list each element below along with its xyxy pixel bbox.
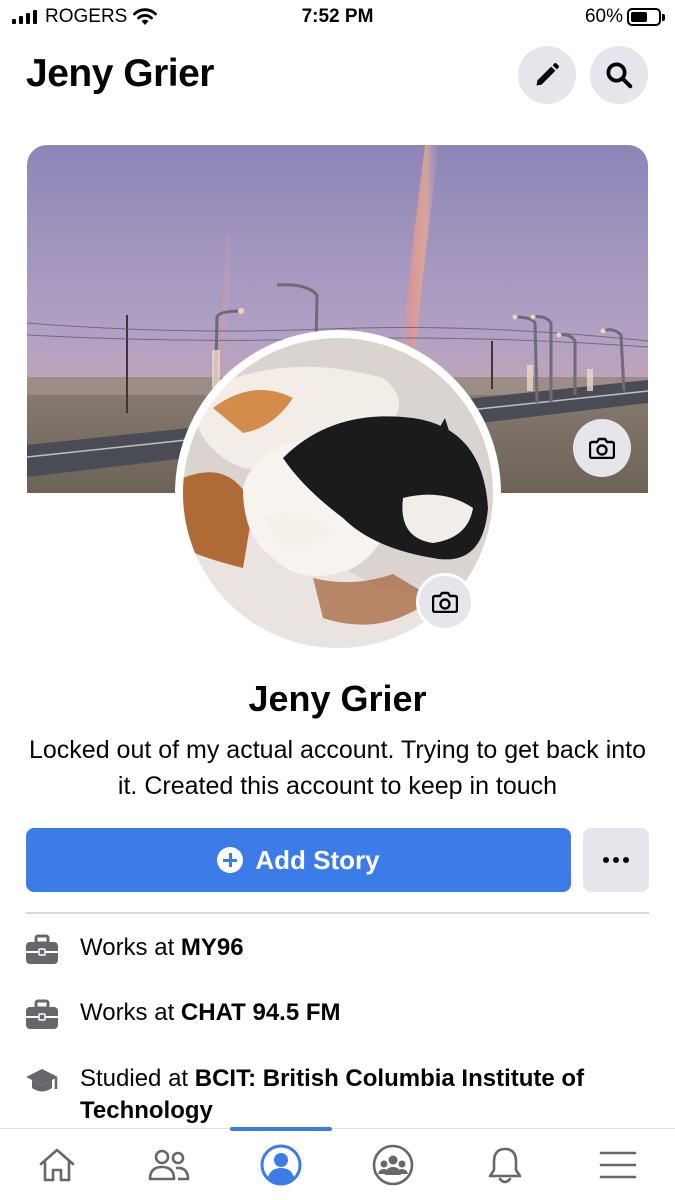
- edit-cover-photo-button[interactable]: [573, 419, 631, 477]
- camera-icon: [589, 437, 615, 459]
- profile-icon: [260, 1144, 302, 1186]
- info-row-education[interactable]: Studied at BCIT: British Columbia Instit…: [24, 1063, 654, 1127]
- search-icon: [606, 62, 633, 89]
- edit-profile-button[interactable]: [518, 46, 576, 104]
- home-icon: [39, 1148, 75, 1182]
- add-story-label: Add Story: [255, 844, 380, 875]
- battery-percent: 60%: [584, 6, 623, 27]
- info-value[interactable]: MY96: [181, 934, 244, 961]
- bell-icon: [488, 1147, 522, 1184]
- tab-groups[interactable]: [338, 1129, 448, 1200]
- profile-bio: Locked out of my actual account. Trying …: [28, 736, 647, 800]
- friends-icon: [148, 1149, 190, 1181]
- search-button[interactable]: [590, 46, 648, 104]
- ellipsis-icon: [603, 857, 629, 863]
- divider: [26, 912, 649, 914]
- profile-name: Jeny Grier: [248, 678, 427, 719]
- more-options-button[interactable]: [583, 828, 649, 892]
- tab-friends[interactable]: [114, 1129, 224, 1200]
- tab-profile[interactable]: [226, 1129, 336, 1200]
- add-story-button[interactable]: Add Story: [26, 828, 571, 892]
- briefcase-icon: [26, 999, 58, 1029]
- tab-menu[interactable]: [563, 1129, 673, 1200]
- menu-icon: [599, 1151, 637, 1179]
- info-prefix: Works at: [80, 934, 181, 961]
- info-prefix: Studied at: [80, 1065, 195, 1092]
- graduation-cap-icon: [26, 1069, 58, 1092]
- info-value[interactable]: CHAT 94.5 FM: [181, 999, 341, 1026]
- tab-notifications[interactable]: [450, 1129, 560, 1200]
- edit-profile-picture-button[interactable]: [416, 573, 474, 631]
- groups-icon: [372, 1144, 414, 1186]
- briefcase-icon: [26, 934, 58, 964]
- page-title: Jeny Grier: [26, 52, 214, 95]
- camera-icon: [432, 591, 458, 613]
- battery-icon: [627, 8, 665, 26]
- info-row-work-1[interactable]: Works at MY96: [24, 932, 654, 966]
- clock: 7:52 PM: [301, 6, 374, 27]
- status-bar: ROGERS 7:52 PM 60%: [0, 0, 675, 36]
- info-row-work-2[interactable]: Works at CHAT 94.5 FM: [24, 997, 654, 1031]
- pencil-icon: [536, 63, 559, 86]
- add-circle-icon: [217, 847, 244, 873]
- bottom-tab-bar: [0, 1127, 675, 1200]
- info-prefix: Works at: [80, 999, 181, 1026]
- tab-home[interactable]: [2, 1129, 112, 1200]
